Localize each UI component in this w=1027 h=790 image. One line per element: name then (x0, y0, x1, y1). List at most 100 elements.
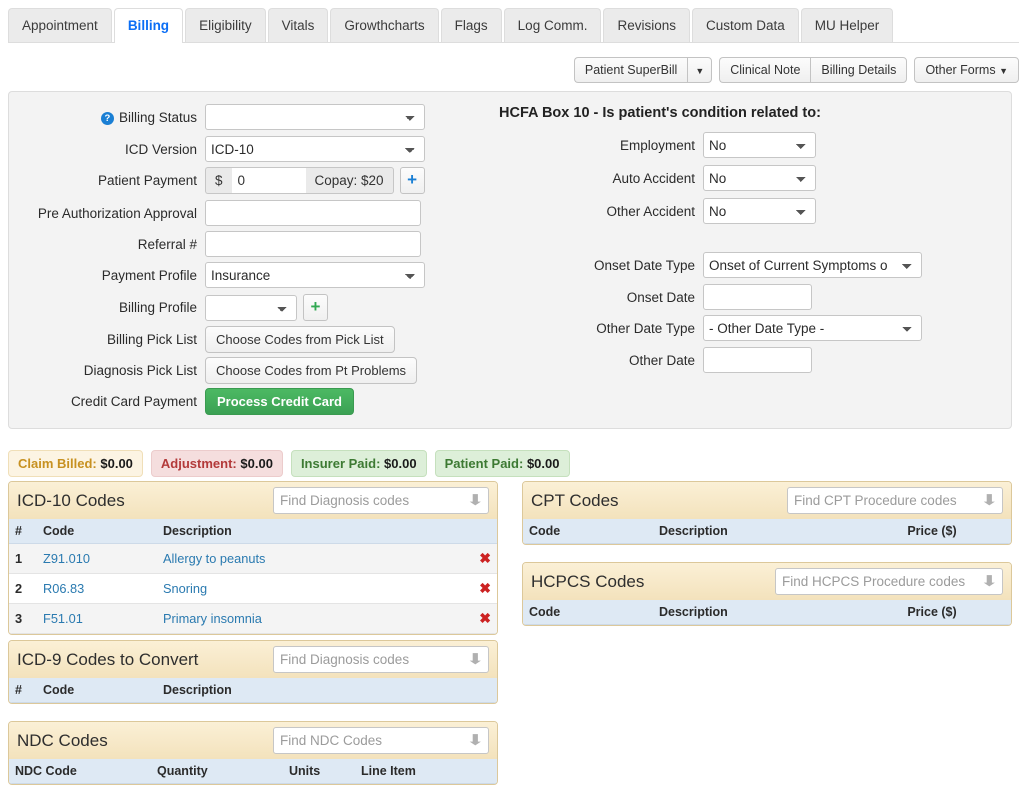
hcpcs-find-input[interactable]: Find HCPCS Procedure codes ⬇ (775, 568, 1003, 595)
other-date-type-select[interactable]: - Other Date Type - (703, 315, 922, 341)
onset-date-input[interactable] (703, 284, 812, 310)
icd9-find-input[interactable]: Find Diagnosis codes ⬇ (273, 646, 489, 673)
cpt-find-input[interactable]: Find CPT Procedure codes ⬇ (787, 487, 1003, 514)
description-link[interactable]: Snoring (163, 581, 207, 596)
delete-row-icon[interactable]: ✖ (479, 550, 491, 566)
tab-revisions[interactable]: Revisions (603, 8, 690, 42)
tab-label: MU Helper (814, 18, 880, 33)
tab-label: Appointment (22, 18, 98, 33)
cell-description[interactable]: Snoring (157, 573, 447, 604)
help-icon[interactable]: ? (100, 111, 114, 125)
find-placeholder: Find NDC Codes (280, 733, 383, 748)
add-payment-button[interactable]: + (399, 167, 425, 194)
patient-superbill-button[interactable]: Patient SuperBill (573, 57, 688, 83)
note-button-group: Clinical Note Billing Details (719, 57, 908, 83)
billing-details-button[interactable]: Billing Details (810, 57, 908, 83)
col-code: Code (523, 519, 653, 544)
tab-flags[interactable]: Flags (440, 8, 502, 42)
badge-label: Patient Paid: (444, 456, 524, 471)
payment-profile-label: Payment Profile (101, 267, 197, 283)
code-link[interactable]: R06.83 (43, 581, 84, 596)
col-actions (447, 519, 497, 544)
col-code: Code (37, 519, 157, 544)
choose-codes-pt-problems-button[interactable]: Choose Codes from Pt Problems (205, 357, 418, 384)
superbill-button-group: Patient SuperBill ▼ (573, 57, 713, 83)
code-link[interactable]: F51.01 (43, 611, 83, 626)
cell-delete[interactable]: ✖ (447, 573, 497, 604)
hcpcs-panel-title: HCPCS Codes (531, 571, 645, 591)
tab-billing[interactable]: Billing (113, 8, 184, 43)
table-header-row: # Code Description (9, 678, 497, 703)
tab-vitals[interactable]: Vitals (267, 8, 329, 42)
icd-version-select[interactable]: ICD-10 (205, 136, 425, 162)
table-row[interactable]: 2 R06.83 Snoring ✖ (9, 573, 497, 604)
status-badge-adjustment: Adjustment: $0.00 (150, 450, 283, 477)
billing-profile-select[interactable] (205, 294, 297, 321)
tab-appointment[interactable]: Appointment (8, 8, 112, 42)
code-link[interactable]: Z91.010 (43, 551, 90, 566)
cell-delete[interactable]: ✖ (447, 543, 497, 574)
tab-custom-data[interactable]: Custom Data (691, 8, 799, 42)
cell-description[interactable]: Allergy to peanuts (157, 543, 447, 574)
other-date-input[interactable] (703, 347, 812, 373)
tab-growthcharts[interactable]: Growthcharts (330, 8, 439, 42)
delete-row-icon[interactable]: ✖ (479, 580, 491, 596)
other-accident-select[interactable]: No (703, 198, 816, 224)
down-arrow-icon: ⬇ (980, 573, 1000, 590)
choose-codes-pick-list-button[interactable]: Choose Codes from Pick List (205, 326, 395, 353)
table-row[interactable]: 3 F51.01 Primary insomnia ✖ (9, 603, 497, 634)
field-icd-version: ICD Version ICD-10 (9, 136, 429, 162)
patient-payment-input-group: $ Copay: $20 (205, 167, 394, 194)
employment-select[interactable]: No (703, 132, 816, 158)
col-description: Description (157, 678, 497, 703)
patient-payment-input[interactable] (231, 167, 306, 194)
field-payment-profile: Payment Profile Insurance (9, 262, 429, 288)
add-billing-profile-button[interactable]: + (303, 294, 328, 321)
tab-eligibility[interactable]: Eligibility (185, 8, 266, 42)
employment-label: Employment (619, 137, 695, 153)
cell-code[interactable]: R06.83 (37, 573, 157, 604)
ndc-find-input[interactable]: Find NDC Codes ⬇ (273, 727, 489, 754)
pre-auth-input[interactable] (205, 200, 421, 226)
find-placeholder: Find Diagnosis codes (280, 493, 410, 508)
col-price: Price ($) (853, 519, 1011, 544)
table-header-row: # Code Description (9, 519, 497, 544)
other-date-label: Other Date (628, 352, 695, 368)
payment-profile-select[interactable]: Insurance (205, 262, 425, 288)
icd10-find-input[interactable]: Find Diagnosis codes ⬇ (273, 487, 489, 514)
col-quantity: Quantity (151, 759, 283, 784)
billing-status-select[interactable] (205, 104, 425, 130)
onset-date-type-select[interactable]: Onset of Current Symptoms o (703, 252, 922, 278)
description-link[interactable]: Allergy to peanuts (163, 551, 265, 566)
field-billing-pick-list: Billing Pick List Choose Codes from Pick… (9, 326, 449, 353)
cell-code[interactable]: F51.01 (37, 603, 157, 634)
cell-description[interactable]: Primary insomnia (157, 603, 447, 634)
down-arrow-icon: ⬇ (466, 732, 486, 749)
status-badge-claim-billed: Claim Billed: $0.00 (8, 450, 143, 477)
cell-delete[interactable]: ✖ (447, 603, 497, 634)
other-accident-label: Other Accident (606, 203, 695, 219)
referral-input[interactable] (205, 231, 421, 257)
cpt-table: Code Description Price ($) (523, 519, 1011, 544)
col-code: Code (523, 600, 653, 625)
superbill-dropdown-toggle[interactable]: ▼ (687, 57, 713, 83)
tab-log-comm[interactable]: Log Comm. (503, 8, 602, 42)
cell-code[interactable]: Z91.010 (37, 543, 157, 574)
badge-label: Adjustment: (160, 456, 237, 471)
auto-accident-select[interactable]: No (703, 165, 816, 191)
tab-label: Billing (127, 18, 170, 33)
description-link[interactable]: Primary insomnia (163, 611, 262, 626)
field-pre-auth: Pre Authorization Approval (9, 200, 429, 226)
icd10-panel-header: ICD-10 Codes Find Diagnosis codes ⬇ (9, 482, 497, 519)
chevron-down-icon: ▼ (695, 66, 705, 76)
field-employment: Employment No (539, 132, 816, 158)
ndc-table: NDC Code Quantity Units Line Item (9, 759, 497, 784)
col-description: Description (653, 519, 853, 544)
other-forms-button[interactable]: Other Forms ▼ (914, 57, 1019, 83)
table-row[interactable]: 1 Z91.010 Allergy to peanuts ✖ (9, 543, 497, 574)
tab-mu-helper[interactable]: MU Helper (800, 8, 894, 42)
process-credit-card-button[interactable]: Process Credit Card (205, 388, 354, 415)
clinical-note-button[interactable]: Clinical Note (719, 57, 811, 83)
referral-label: Referral # (137, 236, 197, 252)
delete-row-icon[interactable]: ✖ (479, 610, 491, 626)
